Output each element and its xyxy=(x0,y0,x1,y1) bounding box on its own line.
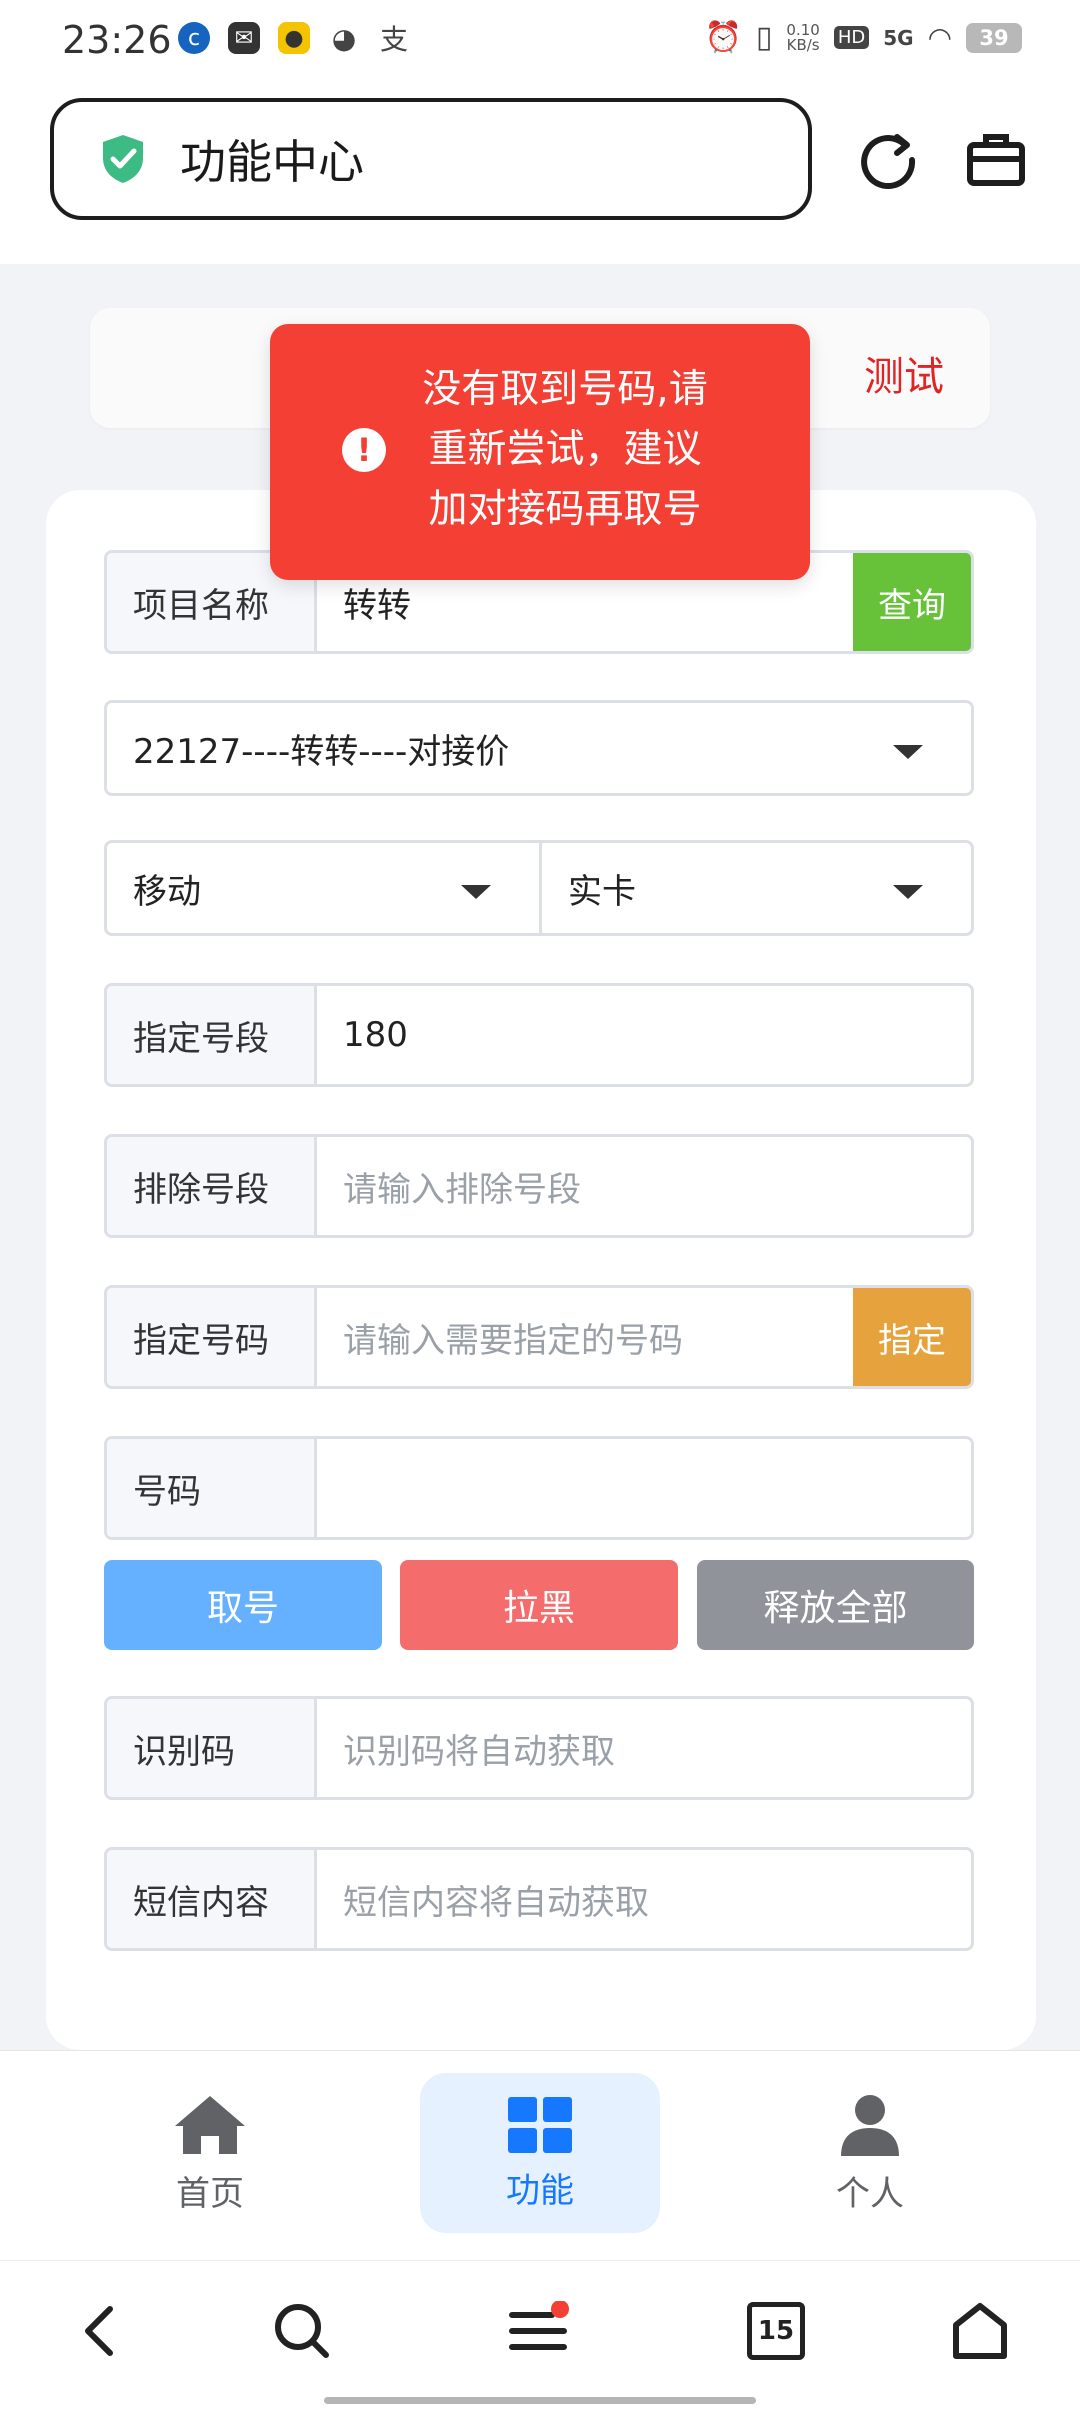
operator-select-value: 移动 xyxy=(133,871,201,912)
wechat-icon: ◕ xyxy=(331,21,357,55)
exclude-label: 排除号段 xyxy=(107,1137,317,1235)
specify-label: 指定号码 xyxy=(107,1288,317,1386)
network-speed: 0.10 KB/s xyxy=(786,20,820,54)
home-indicator xyxy=(324,2397,756,2404)
project-select-value: 22127----转转----对接价 xyxy=(133,731,510,772)
error-toast: ! 没有取到号码,请重新尝试，建议加对接码再取号 xyxy=(270,324,810,580)
sms-input[interactable]: 短信内容将自动获取 xyxy=(317,1850,971,1948)
status-time: 23:26 xyxy=(62,18,172,62)
app-notification-icon: c xyxy=(178,22,210,54)
tab-functions-label: 功能 xyxy=(506,2170,574,2211)
vibrate-icon: ▯ xyxy=(755,20,773,55)
card-type-select-value: 实卡 xyxy=(568,871,636,912)
exclude-input[interactable]: 请输入排除号段 xyxy=(317,1137,971,1235)
alipay-icon: 支 xyxy=(379,23,408,56)
specify-row: 指定号码 请输入需要指定的号码 指定 xyxy=(104,1285,974,1389)
menu-button[interactable] xyxy=(502,2295,574,2367)
toolbox-icon xyxy=(967,134,1025,186)
browser-nav-bar: 15 xyxy=(0,2260,1080,2409)
system-icons: ⏰ ▯ 0.10 KB/s HD 5G ◠ 39 xyxy=(705,20,1022,55)
chevron-left-icon xyxy=(85,2306,113,2356)
signal-icon: 5G xyxy=(883,25,914,50)
specify-input[interactable]: 请输入需要指定的号码 xyxy=(317,1288,853,1386)
notification-icons: c ✉ ● ◕ 支 xyxy=(178,21,410,56)
chevron-down-icon xyxy=(461,885,491,899)
search-icon xyxy=(275,2304,329,2358)
back-button[interactable] xyxy=(64,2295,136,2367)
tabs-button[interactable]: 15 xyxy=(740,2295,812,2367)
code-input[interactable]: 识别码将自动获取 xyxy=(317,1699,971,1797)
status-bar: 23:26 c ✉ ● ◕ 支 ⏰ ▯ 0.10 KB/s HD 5G ◠ 39 xyxy=(0,0,1080,84)
tab-home[interactable]: 首页 xyxy=(90,2073,330,2233)
segment-label: 指定号段 xyxy=(107,986,317,1084)
specify-button[interactable]: 指定 xyxy=(853,1288,971,1386)
menu-icon xyxy=(509,2301,569,2350)
operator-select[interactable]: 移动 xyxy=(104,840,542,936)
tab-functions[interactable]: 功能 xyxy=(420,2073,660,2233)
home-icon xyxy=(175,2095,245,2154)
alert-icon: ! xyxy=(342,428,386,472)
code-row: 识别码 识别码将自动获取 xyxy=(104,1696,974,1800)
message-icon: ✉ xyxy=(228,22,260,54)
number-input[interactable] xyxy=(317,1439,971,1537)
refresh-button[interactable] xyxy=(852,124,924,196)
house-outline-icon xyxy=(953,2303,1007,2359)
shield-icon xyxy=(103,135,143,183)
code-label: 识别码 xyxy=(107,1699,317,1797)
battery-icon: 39 xyxy=(966,22,1022,53)
release-all-button[interactable]: 释放全部 xyxy=(697,1560,974,1650)
get-number-button[interactable]: 取号 xyxy=(104,1560,382,1650)
card-type-select[interactable]: 实卡 xyxy=(539,840,974,936)
grid-icon xyxy=(508,2096,572,2153)
hd-icon: HD xyxy=(833,26,870,49)
sms-row: 短信内容 短信内容将自动获取 xyxy=(104,1847,974,1951)
tabs-count-icon: 15 xyxy=(747,2302,805,2360)
tab-profile[interactable]: 个人 xyxy=(750,2073,990,2233)
bottom-tab-bar: 首页 功能 个人 xyxy=(0,2050,1080,2261)
home-button[interactable] xyxy=(944,2295,1016,2367)
segment-row: 指定号段 180 xyxy=(104,983,974,1087)
number-row: 号码 xyxy=(104,1436,974,1540)
query-button[interactable]: 查询 xyxy=(853,553,971,651)
chevron-down-icon xyxy=(893,885,923,899)
segment-input[interactable]: 180 xyxy=(317,986,971,1084)
user-icon xyxy=(841,2094,899,2156)
exclude-row: 排除号段 请输入排除号段 xyxy=(104,1134,974,1238)
block-button[interactable]: 拉黑 xyxy=(400,1560,678,1650)
tab-home-label: 首页 xyxy=(176,2173,244,2214)
toast-message: 没有取到号码,请重新尝试，建议加对接码再取号 xyxy=(422,367,708,532)
alarm-icon: ⏰ xyxy=(704,20,742,55)
chevron-down-icon xyxy=(893,745,923,759)
refresh-icon xyxy=(861,134,916,190)
test-link[interactable]: 测试 xyxy=(864,344,944,402)
wifi-icon: ◠ xyxy=(927,21,952,54)
project-select[interactable]: 22127----转转----对接价 xyxy=(104,700,974,796)
tab-profile-label: 个人 xyxy=(836,2173,904,2214)
app-notification-icon: ● xyxy=(278,22,310,54)
number-label: 号码 xyxy=(107,1439,317,1537)
page-title: 功能中心 xyxy=(180,135,364,189)
title-box[interactable]: 功能中心 xyxy=(50,98,812,220)
top-bar: 功能中心 xyxy=(0,84,1080,264)
toolbox-button[interactable] xyxy=(960,124,1032,196)
sms-label: 短信内容 xyxy=(107,1850,317,1948)
search-button[interactable] xyxy=(266,2295,338,2367)
